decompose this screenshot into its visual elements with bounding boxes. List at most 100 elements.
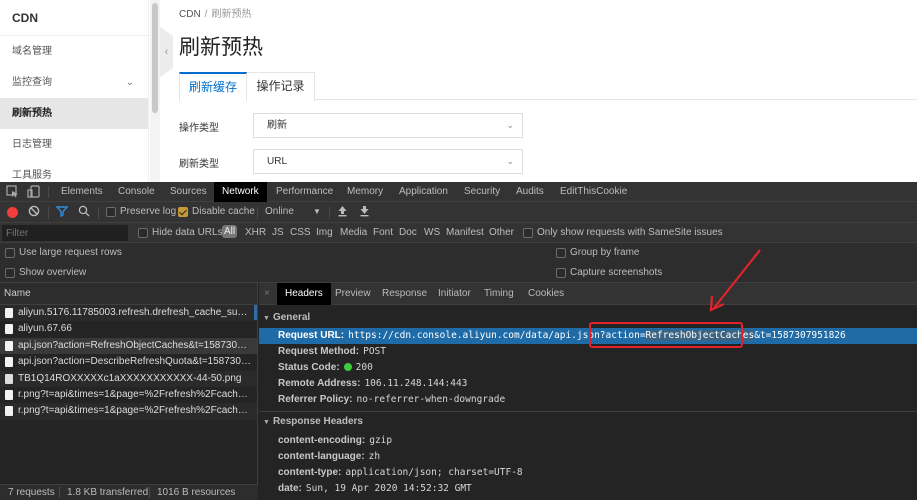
refresh-type-value: URL xyxy=(267,156,288,167)
detail-tab-preview[interactable]: Preview xyxy=(327,283,379,305)
request-url-key: Request URL: xyxy=(278,330,345,341)
filter-type-manifest[interactable]: Manifest xyxy=(446,227,484,238)
devtools-tab-performance[interactable]: Performance xyxy=(268,182,341,202)
sidebar-item-label: 工具服务 xyxy=(12,170,52,181)
detail-tab-headers[interactable]: Headers xyxy=(277,283,331,305)
remote-address-key: Remote Address: xyxy=(278,378,361,389)
collapse-sidebar-button[interactable]: ‹ xyxy=(160,27,173,77)
chevron-down-icon: ⌄ xyxy=(506,156,514,166)
filter-type-img[interactable]: Img xyxy=(316,227,333,238)
remote-address-row: Remote Address: 106.11.248.144:443 xyxy=(259,376,917,392)
triangle-down-icon: ▼ xyxy=(263,315,270,322)
devtools-tab-network[interactable]: Network xyxy=(214,182,267,202)
general-section-title: General xyxy=(272,312,311,323)
sidebar-item-tool-services[interactable]: 工具服务 xyxy=(0,160,148,182)
sidebar-item-label: 域名管理 xyxy=(12,46,52,57)
operation-type-select[interactable]: 刷新 ⌄ xyxy=(253,113,523,138)
devtools-tab-console[interactable]: Console xyxy=(110,182,163,202)
devtools-tab-editthiscookie[interactable]: EditThisCookie xyxy=(552,182,635,202)
samesite-checkbox[interactable] xyxy=(523,228,533,238)
filter-input[interactable] xyxy=(2,225,128,241)
inspect-element-icon[interactable] xyxy=(5,185,19,199)
disable-cache-checkbox[interactable] xyxy=(178,207,188,217)
sidebar-scrollbar[interactable] xyxy=(150,0,160,182)
detail-tab-initiator[interactable]: Initiator xyxy=(430,283,479,305)
sidebar-item-monitoring[interactable]: 监控查询 ⌄ xyxy=(0,67,148,98)
response-headers-section-header[interactable]: ▼ Response Headers xyxy=(259,416,363,427)
filter-type-xhr[interactable]: XHR xyxy=(245,227,266,238)
filter-type-doc[interactable]: Doc xyxy=(399,227,417,238)
throttling-select[interactable]: Online xyxy=(265,206,294,217)
section-divider xyxy=(259,411,917,412)
devtools-tab-sources[interactable]: Sources xyxy=(162,182,215,202)
referrer-policy-key: Referrer Policy: xyxy=(278,394,353,405)
filter-type-js[interactable]: JS xyxy=(272,227,284,238)
filter-type-media[interactable]: Media xyxy=(340,227,367,238)
request-count: 7 requests xyxy=(8,487,55,498)
devtools-tab-security[interactable]: Security xyxy=(456,182,508,202)
filter-type-all[interactable]: All xyxy=(222,225,238,238)
export-har-icon[interactable] xyxy=(359,205,370,221)
detail-tab-timing[interactable]: Timing xyxy=(476,283,522,305)
request-row[interactable]: r.png?t=api&times=1&page=%2Frefresh%2Fca… xyxy=(0,387,257,403)
hide-data-urls-checkbox[interactable] xyxy=(138,228,148,238)
network-settings: Use large request rows Show overview Gro… xyxy=(0,243,917,283)
devtools-tab-audits[interactable]: Audits xyxy=(508,182,552,202)
record-button[interactable] xyxy=(7,207,18,218)
general-section-header[interactable]: ▼ General xyxy=(259,312,310,323)
detail-tab-cookies[interactable]: Cookies xyxy=(520,283,572,305)
request-row[interactable]: r.png?t=api&times=1&page=%2Frefresh%2Fca… xyxy=(0,403,257,420)
preserve-log-checkbox[interactable] xyxy=(106,207,116,217)
request-row[interactable]: api.json?action=DescribeRefreshQuota&t=1… xyxy=(0,354,257,370)
close-icon[interactable]: × xyxy=(264,283,270,305)
refresh-type-select[interactable]: URL ⌄ xyxy=(253,149,523,174)
request-method-value: POST xyxy=(363,346,386,357)
search-icon[interactable] xyxy=(78,205,90,221)
devtools-tab-elements[interactable]: Elements xyxy=(53,182,111,202)
filter-type-css[interactable]: CSS xyxy=(290,227,311,238)
sidebar-item-log-management[interactable]: 日志管理 xyxy=(0,129,148,160)
name-column-header[interactable]: Name xyxy=(0,283,257,305)
sidebar-item-domain-management[interactable]: 域名管理 xyxy=(0,36,148,67)
breadcrumb-root-link[interactable]: CDN xyxy=(179,9,201,20)
device-toolbar-icon[interactable] xyxy=(26,185,40,199)
request-list: Name aliyun.5176.11785003.refresh.drefre… xyxy=(0,283,258,500)
show-overview-checkbox[interactable] xyxy=(5,268,15,278)
scrollbar-thumb[interactable] xyxy=(152,3,158,113)
request-row[interactable]: aliyun.5176.11785003.refresh.drefresh_ca… xyxy=(0,305,257,322)
image-file-icon xyxy=(5,373,13,384)
large-rows-checkbox[interactable] xyxy=(5,248,15,258)
detail-tab-response[interactable]: Response xyxy=(374,283,435,305)
request-row[interactable]: TB1Q14ROXXXXXc1aXXXXXXXXXXX-44-50.png xyxy=(0,370,257,387)
sidebar-item-refresh-preload[interactable]: 刷新预热 xyxy=(0,98,148,129)
devtools-tab-bar: Elements Console Sources Network Perform… xyxy=(0,182,917,202)
request-row-selected[interactable]: api.json?action=RefreshObjectCaches&t=15… xyxy=(0,337,257,355)
response-header-row: content-type: application/json; charset=U… xyxy=(259,465,917,481)
filter-type-ws[interactable]: WS xyxy=(424,227,440,238)
request-name: aliyun.67.66 xyxy=(18,323,72,335)
tab-operation-records[interactable]: 操作记录 xyxy=(247,72,315,101)
divider xyxy=(257,207,258,219)
samesite-label: Only show requests with SameSite issues xyxy=(537,227,723,238)
group-by-frame-checkbox[interactable] xyxy=(556,248,566,258)
header-value: Sun, 19 Apr 2020 14:52:32 GMT xyxy=(305,483,472,494)
request-url-row[interactable]: Request URL: https://cdn.console.aliyun.c… xyxy=(259,328,917,344)
devtools-tab-application[interactable]: Application xyxy=(391,182,456,202)
breadcrumb-separator: / xyxy=(204,9,208,20)
capture-screenshots-checkbox[interactable] xyxy=(556,268,566,278)
request-list-scrollbar[interactable] xyxy=(254,305,257,320)
devtools-tab-memory[interactable]: Memory xyxy=(339,182,391,202)
tab-refresh-cache[interactable]: 刷新缓存 xyxy=(179,72,247,101)
status-code-value: 200 xyxy=(355,362,373,373)
clear-icon[interactable] xyxy=(28,205,40,221)
filter-type-other[interactable]: Other xyxy=(489,227,514,238)
filter-type-font[interactable]: Font xyxy=(373,227,393,238)
import-har-icon[interactable] xyxy=(337,205,348,221)
dropdown-arrow-icon[interactable]: ▼ xyxy=(313,207,321,216)
triangle-down-icon: ▼ xyxy=(263,419,270,426)
header-value: gzip xyxy=(369,435,393,446)
header-key: content-language: xyxy=(278,451,365,462)
sidebar-title: CDN xyxy=(0,0,148,36)
request-row[interactable]: aliyun.67.66 xyxy=(0,321,257,337)
filter-icon[interactable] xyxy=(55,205,69,221)
